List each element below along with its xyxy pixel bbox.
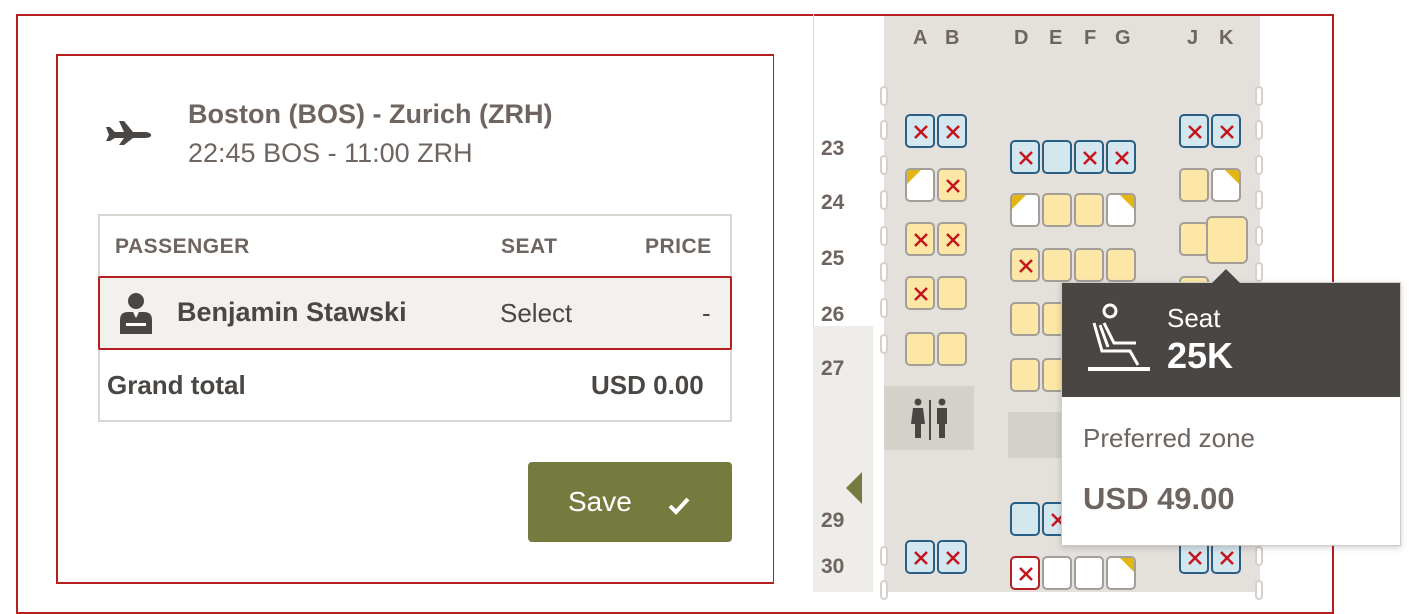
seat-available[interactable] — [1106, 248, 1136, 282]
seat-occupied — [937, 168, 967, 202]
seat-occupied — [1106, 140, 1136, 174]
seat-blocked — [1042, 140, 1072, 174]
seat-available[interactable] — [1042, 556, 1072, 590]
lavatory — [884, 386, 974, 450]
seat-occupied — [905, 540, 935, 574]
seat-occupied — [905, 276, 935, 310]
tooltip-pointer — [1212, 269, 1240, 283]
exit-row-marker — [846, 472, 862, 504]
seat-available[interactable] — [1074, 193, 1104, 227]
passenger-name: Benjamin Stawski — [177, 297, 407, 327]
seat-available[interactable] — [1042, 248, 1072, 282]
row-number: 30 — [821, 555, 845, 578]
row-number: 25 — [821, 247, 845, 270]
column-label: J — [1187, 27, 1199, 49]
row-number: 27 — [821, 357, 845, 380]
seat-occupied — [1211, 114, 1241, 148]
tooltip-seat-label: Seat — [1167, 303, 1221, 333]
galley — [1008, 412, 1068, 458]
window — [880, 155, 888, 175]
row-number: 24 — [821, 191, 845, 214]
save-button-label: Save — [568, 486, 632, 517]
window — [1255, 120, 1263, 140]
tooltip-zone: Preferred zone — [1083, 423, 1255, 453]
passenger-seat-select[interactable]: Select — [500, 298, 572, 329]
seat-extra-legroom[interactable] — [905, 168, 935, 202]
airplane-icon — [104, 117, 154, 150]
column-label: D — [1014, 27, 1029, 49]
tooltip-header: Seat 25K — [1062, 269, 1400, 397]
seat-extra-legroom[interactable] — [1211, 168, 1241, 202]
reclining-seat-icon — [1086, 303, 1152, 378]
save-button[interactable]: Save — [528, 462, 732, 542]
row-number: 29 — [821, 509, 845, 532]
column-label: A — [913, 27, 928, 49]
flight-times: 22:45 BOS - 11:00 ZRH — [188, 138, 473, 168]
grand-total-value: USD 0.00 — [591, 370, 704, 400]
seat-available[interactable] — [1179, 222, 1209, 256]
seat-available[interactable] — [1074, 248, 1104, 282]
tooltip-seat-number: 25K — [1167, 335, 1234, 376]
window — [880, 190, 888, 210]
seat-available[interactable] — [905, 332, 935, 366]
flight-route: Boston (BOS) - Zurich (ZRH) — [188, 99, 553, 129]
seat-available[interactable] — [1074, 556, 1104, 590]
tooltip-price: USD 49.00 — [1083, 481, 1235, 516]
window — [1255, 155, 1263, 175]
seat-occupied — [1010, 140, 1040, 174]
seat-selected[interactable] — [1206, 216, 1248, 264]
window — [880, 334, 888, 354]
window — [880, 298, 888, 318]
seat-tooltip: Seat 25K Preferred zone USD 49.00 — [1061, 269, 1401, 546]
seat-extra-legroom[interactable] — [1010, 193, 1040, 227]
window — [880, 86, 888, 106]
window — [880, 226, 888, 246]
header-passenger: PASSENGER — [115, 235, 250, 258]
header-price: PRICE — [645, 235, 712, 258]
seat-extra-legroom[interactable] — [1106, 556, 1136, 590]
seat-occupied — [937, 114, 967, 148]
seat-available[interactable] — [1042, 193, 1072, 227]
seat-available[interactable] — [937, 276, 967, 310]
seat-occupied — [1074, 140, 1104, 174]
window — [1255, 86, 1263, 106]
window — [1255, 226, 1263, 246]
seat-available[interactable] — [1010, 358, 1040, 392]
window — [1255, 580, 1263, 600]
window — [880, 262, 888, 282]
column-label: B — [945, 27, 960, 49]
window — [1255, 546, 1263, 566]
row-number: 23 — [821, 137, 845, 160]
seat-occupied — [937, 222, 967, 256]
window — [1255, 262, 1263, 282]
seat-available[interactable] — [937, 332, 967, 366]
lavatory-icon — [910, 398, 950, 445]
column-label: K — [1219, 27, 1234, 49]
window — [1255, 190, 1263, 210]
seat-occupied — [1010, 248, 1040, 282]
seat-occupied — [1179, 114, 1209, 148]
seat-occupied — [905, 222, 935, 256]
seat-available[interactable] — [1010, 302, 1040, 336]
row-number: 26 — [821, 303, 845, 326]
seat-occupied — [1010, 556, 1040, 590]
seat-occupied — [937, 540, 967, 574]
seat-blocked — [1010, 502, 1040, 536]
column-label: E — [1049, 27, 1063, 49]
column-label: F — [1084, 27, 1097, 49]
column-label: G — [1115, 27, 1131, 49]
checkmark-icon — [668, 490, 690, 522]
window — [880, 120, 888, 140]
seat-extra-legroom[interactable] — [1106, 193, 1136, 227]
header-seat: SEAT — [501, 235, 558, 258]
grand-total-label: Grand total — [107, 370, 246, 400]
seat-occupied — [905, 114, 935, 148]
window — [880, 546, 888, 566]
window — [880, 580, 888, 600]
person-icon — [118, 292, 154, 339]
passenger-price: - — [702, 298, 711, 328]
seat-available[interactable] — [1179, 168, 1209, 202]
